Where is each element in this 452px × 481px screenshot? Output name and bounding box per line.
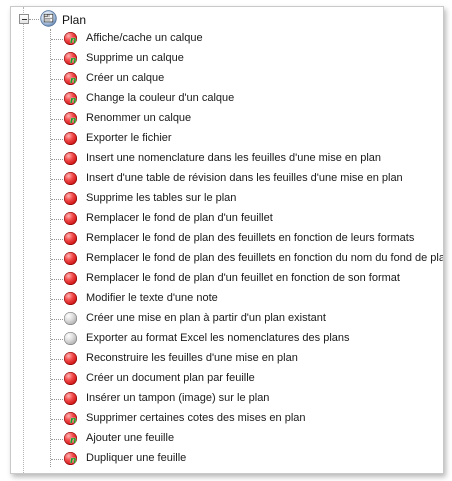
macro-tree: Plan n Affiche/cache un calque n Supprime u… — [11, 7, 443, 473]
tree-item[interactable]: Insérer un tampon (image) sur le plan — [11, 389, 443, 409]
status-red-icon — [64, 272, 78, 286]
status-red-icon — [64, 232, 78, 246]
tree-item[interactable]: n Ajouter une feuille — [11, 429, 443, 449]
tree-item-label: Exporter au format Excel les nomenclatur… — [86, 332, 350, 344]
collapse-icon[interactable] — [19, 14, 29, 24]
tree-item[interactable]: Insert d'une table de révision dans les … — [11, 169, 443, 189]
tree-item-label: Change la couleur d'un calque — [86, 92, 235, 104]
tree-root-label: Plan — [62, 13, 87, 27]
tree-root-plan[interactable]: Plan — [11, 9, 443, 29]
plan-document-icon — [40, 10, 57, 27]
tree-item[interactable]: n Supprime un calque — [11, 49, 443, 69]
tree-item[interactable]: n Renommer un calque — [11, 109, 443, 129]
status-gray-icon — [64, 332, 78, 346]
tree-item[interactable]: Remplacer le fond de plan des feuillets … — [11, 249, 443, 269]
tree-item[interactable]: n Dupliquer une feuille — [11, 449, 443, 469]
new-badge-icon: n — [70, 56, 77, 66]
tree-item-label: Remplacer le fond de plan des feuillets … — [86, 232, 415, 244]
status-red-icon — [64, 212, 78, 226]
tree-item[interactable]: Créer un document plan par feuille — [11, 369, 443, 389]
new-badge-icon: n — [70, 36, 77, 46]
status-red-icon: n — [64, 32, 78, 46]
tree-item-label: Supprime un calque — [86, 52, 184, 64]
tree-item-label: Insert d'une table de révision dans les … — [86, 172, 403, 184]
tree-item[interactable]: n Change la couleur d'un calque — [11, 89, 443, 109]
new-badge-icon: n — [70, 96, 77, 106]
status-red-icon — [64, 192, 78, 206]
status-red-icon: n — [64, 112, 78, 126]
tree-item[interactable]: Remplacer le fond de plan des feuillets … — [11, 229, 443, 249]
status-red-icon — [64, 372, 78, 386]
status-red-icon: n — [64, 432, 78, 446]
new-badge-icon: n — [70, 116, 77, 126]
tree-item[interactable]: Exporter le fichier — [11, 129, 443, 149]
tree-item-label: Reconstruire les feuilles d'une mise en … — [86, 352, 298, 364]
tree-item[interactable]: Remplacer le fond de plan d'un feuillet — [11, 209, 443, 229]
tree-item-label: Affiche/cache un calque — [86, 32, 203, 44]
tree-item-label: Renommer un calque — [86, 112, 192, 124]
tree-item-label: Remplacer le fond de plan d'un feuillet … — [86, 272, 400, 284]
tree-item-label: Supprime les tables sur le plan — [86, 192, 237, 204]
tree-item-label: Créer une mise en plan à partir d'un pla… — [86, 312, 326, 324]
tree-item[interactable]: Exporter au format Excel les nomenclatur… — [11, 329, 443, 349]
tree-item[interactable]: Remplacer le fond de plan d'un feuillet … — [11, 269, 443, 289]
status-red-icon — [64, 352, 78, 366]
status-red-icon — [64, 392, 78, 406]
tree-item-label: Insérer un tampon (image) sur le plan — [86, 392, 270, 404]
tree-item-label: Ajouter une feuille — [86, 432, 175, 444]
tree-item[interactable]: Créer une mise en plan à partir d'un pla… — [11, 309, 443, 329]
tree-item[interactable]: n Supprimer certaines cotes des mises en … — [11, 409, 443, 429]
tree-item[interactable]: Insert une nomenclature dans les feuille… — [11, 149, 443, 169]
tree-item-label: Supprimer certaines cotes des mises en p… — [86, 412, 306, 424]
status-red-icon: n — [64, 72, 78, 86]
tree-item[interactable]: Reconstruire les feuilles d'une mise en … — [11, 349, 443, 369]
new-badge-icon: n — [70, 436, 77, 446]
tree-panel: Plan n Affiche/cache un calque n Supprime u… — [10, 6, 444, 474]
status-red-icon: n — [64, 412, 78, 426]
tree-item-label: Insert une nomenclature dans les feuille… — [86, 152, 382, 164]
status-red-icon — [64, 152, 78, 166]
tree-item-label: Créer un document plan par feuille — [86, 372, 255, 384]
status-red-icon — [64, 292, 78, 306]
tree-item[interactable]: n Créer un calque — [11, 69, 443, 89]
tree-item[interactable]: n Affiche/cache un calque — [11, 29, 443, 49]
status-red-icon — [64, 172, 78, 186]
tree-item-label: Modifier le texte d'une note — [86, 292, 218, 304]
tree-item[interactable]: Supprime les tables sur le plan — [11, 189, 443, 209]
tree-item-label: Remplacer le fond de plan d'un feuillet — [86, 212, 273, 224]
new-badge-icon: n — [70, 76, 77, 86]
tree-item[interactable]: Modifier le texte d'une note — [11, 289, 443, 309]
tree-item-label: Créer un calque — [86, 72, 165, 84]
status-red-icon: n — [64, 452, 78, 466]
status-red-icon: n — [64, 92, 78, 106]
tree-item-label: Exporter le fichier — [86, 132, 172, 144]
tree-item-label: Remplacer le fond de plan des feuillets … — [86, 252, 444, 264]
new-badge-icon: n — [70, 456, 77, 466]
status-red-icon: n — [64, 52, 78, 66]
status-red-icon — [64, 252, 78, 266]
new-badge-icon: n — [70, 416, 77, 426]
tree-item-label: Dupliquer une feuille — [86, 452, 187, 464]
status-red-icon — [64, 132, 78, 146]
status-gray-icon — [64, 312, 78, 326]
